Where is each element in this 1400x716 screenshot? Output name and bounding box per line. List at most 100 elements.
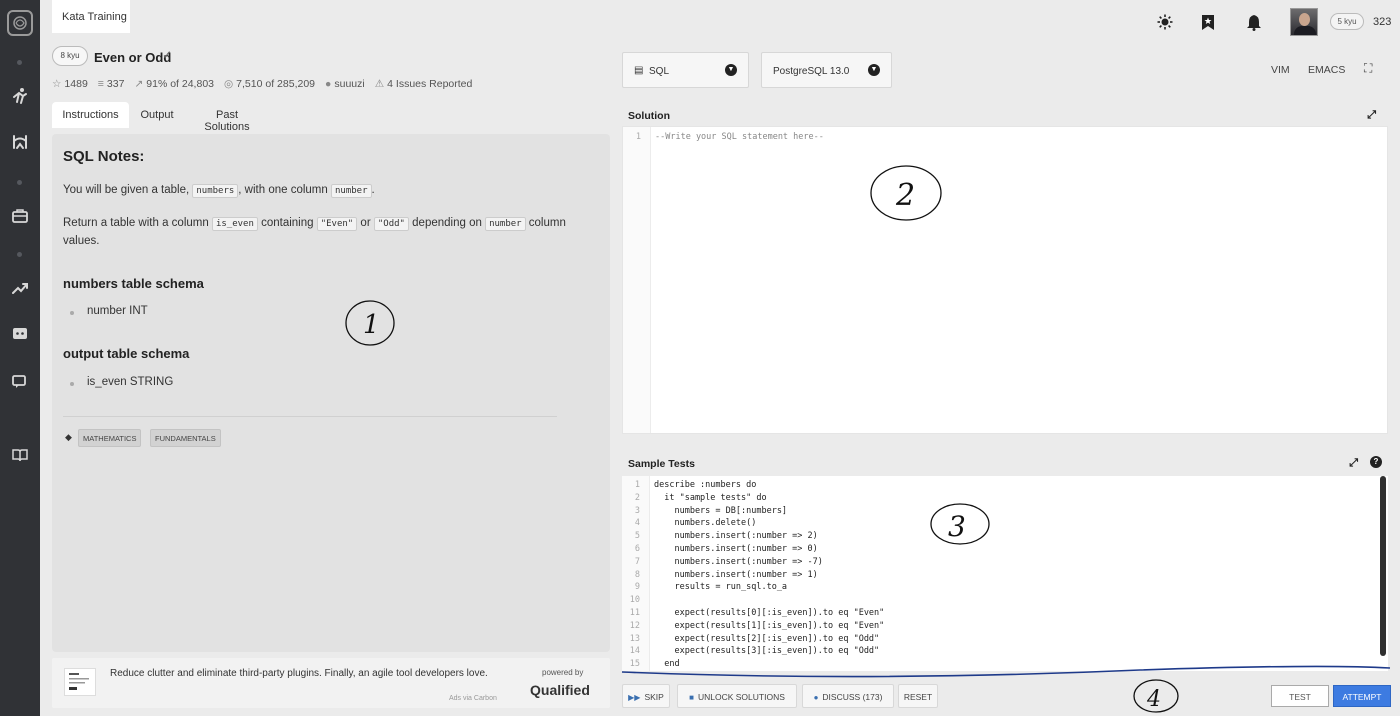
tag-mathematics[interactable]: MATHEMATICS — [78, 429, 142, 447]
author-stat[interactable]: ● suuuzi — [325, 78, 365, 90]
code-line[interactable]: numbers.insert(:number => -7) — [654, 556, 884, 569]
version-select[interactable]: PostgreSQL 13.0 ▼ — [761, 52, 892, 88]
inline-code: "Odd" — [373, 217, 409, 231]
chat-icon[interactable] — [10, 372, 30, 392]
instructions-panel: SQL Notes: You will be given a table, nu… — [52, 134, 610, 652]
inline-code: is_even — [211, 217, 258, 231]
stack-icon: ≡ — [97, 78, 104, 90]
attempt-button[interactable]: ATTEMPT — [1333, 685, 1391, 707]
expand-icon[interactable]: ⤢ — [1349, 457, 1358, 470]
line-number: 9 — [634, 582, 640, 593]
code-line[interactable]: numbers.insert(:number => 0) — [654, 543, 884, 556]
line-number: 5 — [634, 531, 640, 542]
test-button[interactable]: TEST — [1271, 685, 1329, 707]
code-line[interactable]: expect(results[0][:is_even]).to eq "Even… — [654, 607, 884, 620]
inline-code: "Even" — [316, 217, 358, 231]
code-line[interactable]: end — [654, 658, 884, 671]
discord-icon[interactable] — [10, 324, 30, 344]
comments-icon: ● — [813, 693, 819, 702]
text: Return a table with a column — [63, 217, 212, 229]
satisfaction-total: of 24,803 — [170, 78, 214, 90]
ad-text[interactable]: Reduce clutter and eliminate third-party… — [110, 668, 488, 679]
completed-stat: ◎ 7,510 of 285,209 — [224, 78, 315, 90]
satisfaction-percent: 91% — [146, 78, 168, 90]
emacs-mode-button[interactable]: EMACS — [1308, 64, 1345, 76]
code-line[interactable]: results = run_sql.to_a — [654, 581, 884, 594]
bookmark-star-icon[interactable] — [1198, 12, 1218, 32]
issues-stat[interactable]: ⚠ 4 Issues Reported — [375, 78, 473, 90]
code-line[interactable]: numbers.insert(:number => 2) — [654, 530, 884, 543]
code-line[interactable]: describe :numbers do — [654, 479, 884, 492]
sample-tests-title: Sample Tests — [628, 458, 695, 470]
sample-tests-header: Sample Tests ⤢ ? — [622, 452, 1388, 476]
tab-past-solutions[interactable]: Past Solutions — [192, 102, 262, 133]
user-avatar[interactable] — [1290, 8, 1318, 36]
theme-sun-icon[interactable] — [1155, 12, 1175, 32]
author-name[interactable]: suuuzi — [334, 78, 364, 90]
notifications-bell-icon[interactable] — [1244, 12, 1264, 32]
ad-via[interactable]: Ads via Carbon — [449, 695, 497, 702]
line-number: 4 — [634, 518, 640, 529]
vim-mode-button[interactable]: VIM — [1271, 64, 1290, 76]
line-number-gutter: 1 — [623, 127, 651, 433]
numbers-schema-item: number INT — [70, 305, 148, 317]
instructions-paragraph-2: Return a table with a column is_even con… — [63, 215, 583, 250]
divider — [63, 416, 557, 417]
code-line[interactable]: it "sample tests" do — [654, 492, 884, 505]
collections-count: 337 — [106, 78, 125, 90]
line-number: 2 — [634, 492, 640, 503]
skip-button[interactable]: ▶▶ SKIP — [622, 684, 670, 708]
carbon-ad[interactable]: Reduce clutter and eliminate third-party… — [52, 658, 610, 708]
line-number: 14 — [629, 646, 640, 657]
sample-tests-editor[interactable]: 1 2 3 4 5 6 7 8 9 10 11 12 13 14 15 describe :numbers … — [622, 476, 1388, 671]
codewars-logo-icon[interactable] — [7, 10, 33, 36]
expand-icon[interactable]: ⤢ — [1367, 109, 1376, 122]
unlock-solutions-button[interactable]: ■ UNLOCK SOLUTIONS — [677, 684, 797, 708]
code-line[interactable] — [654, 594, 884, 607]
practice-icon[interactable] — [10, 86, 30, 106]
favorites-stat[interactable]: ☆ 1489 — [52, 78, 88, 90]
thumbs-up-icon: ↗ — [134, 78, 144, 90]
solution-code-line[interactable]: --Write your SQL statement here-- — [655, 131, 824, 144]
skip-label: SKIP — [644, 692, 664, 702]
help-icon[interactable]: ? — [1370, 456, 1382, 468]
chevron-down-icon: ▼ — [725, 64, 737, 76]
code-line[interactable]: expect(results[3][:is_even]).to eq "Odd" — [654, 645, 884, 658]
issues-label[interactable]: 4 Issues Reported — [387, 78, 472, 90]
code-line[interactable]: expect(results[2][:is_even]).to eq "Odd" — [654, 633, 884, 646]
reset-button[interactable]: RESET — [898, 684, 938, 708]
satisfaction-stat: ↗ 91% of 24,803 — [134, 78, 214, 90]
warning-icon: ⚠ — [374, 78, 385, 90]
line-number: 10 — [629, 595, 640, 606]
tab-instructions[interactable]: Instructions — [52, 102, 129, 128]
collections-stat[interactable]: ≡ 337 — [98, 78, 125, 90]
ad-image[interactable] — [64, 668, 96, 696]
line-number: 6 — [634, 543, 640, 554]
code-line[interactable]: numbers.insert(:number => 1) — [654, 569, 884, 582]
inline-code: number — [485, 217, 526, 231]
leaderboard-trend-icon[interactable] — [10, 278, 30, 298]
docs-book-icon[interactable] — [10, 445, 30, 465]
tab-output[interactable]: Output — [136, 102, 178, 128]
star-icon: ☆ — [52, 78, 62, 90]
solution-editor[interactable]: 1 --Write your SQL statement here-- — [622, 126, 1388, 434]
sample-tests-code[interactable]: describe :numbers do it "sample tests" d… — [654, 479, 884, 671]
fullscreen-icon[interactable]: ⛶ — [1364, 61, 1372, 76]
text: depending on — [408, 217, 486, 229]
training-icon[interactable] — [10, 132, 30, 152]
editor-scrollbar[interactable] — [1380, 476, 1386, 656]
discuss-button[interactable]: ● DISCUSS (173) — [802, 684, 894, 708]
code-line[interactable]: numbers = DB[:numbers] — [654, 505, 884, 518]
text: or — [357, 217, 374, 229]
numbers-schema-heading: numbers table schema — [63, 276, 204, 291]
code-line[interactable]: numbers.delete() — [654, 517, 884, 530]
tag-fundamentals[interactable]: FUNDAMENTALS — [150, 429, 221, 447]
chevron-down-icon: ▼ — [868, 64, 880, 76]
kata-training-tab[interactable]: Kata Training — [52, 0, 130, 33]
version-select-value: PostgreSQL 13.0 — [773, 66, 850, 77]
language-select[interactable]: ▤ SQL ▼ — [622, 52, 749, 88]
code-line[interactable]: expect(results[1][:is_even]).to eq "Even… — [654, 620, 884, 633]
top-bar: Kata Training 5 kyu 323 — [40, 0, 1400, 42]
briefcase-icon[interactable] — [10, 206, 30, 226]
completed-check-icon: ✓ — [162, 48, 173, 62]
